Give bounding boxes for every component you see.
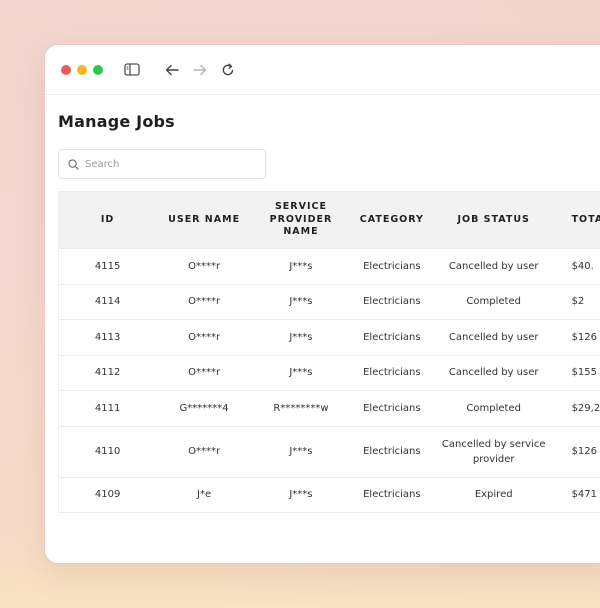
cell-category: Electricians (349, 425, 434, 477)
table-row[interactable]: 4111 G*******4 R********w Electricians C… (58, 390, 600, 426)
cell-service-provider-name: J***s (252, 425, 350, 477)
cell-job-status: Cancelled by user (433, 354, 554, 391)
cell-service-provider-name: J***s (252, 248, 350, 284)
search-input[interactable] (85, 158, 255, 170)
column-header-user-name[interactable]: USER NAME (156, 192, 252, 249)
cell-total: $126 (553, 319, 600, 355)
cell-job-status: Cancelled by user (433, 319, 554, 355)
maximize-window-button[interactable] (93, 64, 103, 75)
column-header-id[interactable]: ID (59, 192, 157, 249)
minimize-window-button[interactable] (77, 64, 87, 75)
page-title: Manage Jobs (58, 112, 175, 131)
cell-id: 4112 (58, 354, 157, 391)
sidebar-toggle-icon[interactable] (123, 61, 141, 79)
cell-service-provider-name: J***s (252, 283, 350, 320)
table-header-row: ID USER NAME SERVICE PROVIDER NAME CATEG… (58, 191, 600, 249)
cell-total: $471 (553, 476, 600, 513)
cell-job-status: Cancelled by service provider (433, 425, 554, 477)
cell-service-provider-name: J***s (252, 476, 350, 513)
cell-service-provider-name: J***s (252, 319, 350, 355)
cell-user-name: O****r (156, 283, 253, 320)
table-row[interactable]: 4115 O****r J***s Electricians Cancelled… (58, 248, 600, 284)
back-arrow-icon[interactable] (163, 61, 181, 79)
cell-user-name: O****r (156, 425, 253, 477)
cell-job-status: Completed (433, 283, 554, 320)
main-content: Manage Jobs ID USER NAME SERVICE PROVIDE… (45, 95, 600, 513)
search-box[interactable] (58, 149, 266, 179)
cell-job-status: Expired (433, 476, 554, 513)
cell-category: Electricians (349, 354, 434, 391)
cell-id: 4115 (58, 248, 157, 284)
jobs-table: ID USER NAME SERVICE PROVIDER NAME CATEG… (58, 191, 600, 513)
search-icon (68, 155, 79, 174)
cell-id: 4114 (58, 283, 157, 320)
close-window-button[interactable] (61, 64, 71, 75)
cell-user-name: J*e (156, 476, 253, 513)
cell-user-name: O****r (156, 354, 253, 391)
cell-user-name: O****r (156, 319, 253, 355)
cell-category: Electricians (349, 390, 434, 426)
cell-job-status: Completed (433, 390, 554, 426)
table-row[interactable]: 4114 O****r J***s Electricians Completed… (58, 283, 600, 320)
cell-category: Electricians (349, 248, 434, 284)
cell-user-name: O****r (156, 248, 253, 284)
cell-id: 4111 (58, 390, 157, 426)
reload-icon[interactable] (219, 61, 237, 79)
browser-window: Manage Jobs ID USER NAME SERVICE PROVIDE… (44, 44, 600, 564)
cell-job-status: Cancelled by user (433, 248, 554, 284)
table-row[interactable]: 4109 J*e J***s Electricians Expired $471 (58, 476, 600, 513)
forward-arrow-icon[interactable] (191, 61, 209, 79)
cell-total: $126 (553, 425, 600, 477)
cell-id: 4109 (58, 476, 157, 513)
cell-id: 4113 (58, 319, 157, 355)
column-header-service-provider-name[interactable]: SERVICE PROVIDER NAME (252, 192, 350, 249)
cell-total: $29,26 (553, 390, 600, 426)
cell-total: $40. (553, 248, 600, 284)
table-row[interactable]: 4113 O****r J***s Electricians Cancelled… (58, 319, 600, 355)
cell-category: Electricians (349, 476, 434, 513)
cell-total: $2 (553, 283, 600, 320)
cell-service-provider-name: J***s (252, 354, 350, 391)
title-bar (45, 45, 600, 95)
cell-category: Electricians (349, 319, 434, 355)
column-header-category[interactable]: CATEGORY (350, 192, 434, 249)
table-row[interactable]: 4112 O****r J***s Electricians Cancelled… (58, 354, 600, 391)
table-row[interactable]: 4110 O****r J***s Electricians Cancelled… (58, 425, 600, 477)
cell-service-provider-name: R********w (252, 390, 350, 426)
column-header-job-status[interactable]: JOB STATUS (434, 192, 554, 249)
cell-user-name: G*******4 (156, 390, 253, 426)
cell-category: Electricians (349, 283, 434, 320)
column-header-total[interactable]: TOTAL (554, 192, 600, 249)
cell-id: 4110 (58, 425, 157, 477)
cell-total: $155 (553, 354, 600, 391)
